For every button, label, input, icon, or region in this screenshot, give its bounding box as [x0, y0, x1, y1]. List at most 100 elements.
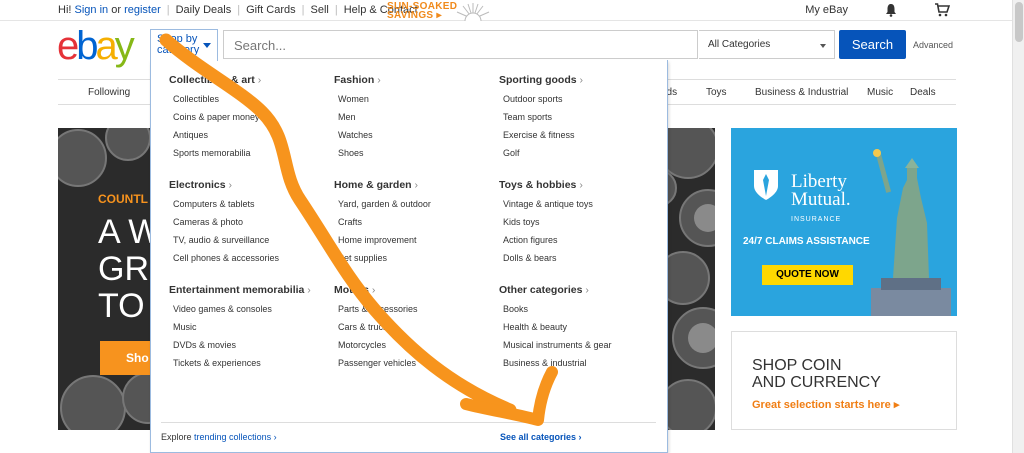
item-tickets-experiences[interactable]: Tickets & experiences — [173, 354, 311, 372]
search-button[interactable]: Search — [839, 30, 906, 59]
item-vintage-antique-toys[interactable]: Vintage & antique toys — [503, 195, 593, 213]
greeting: Hi! — [58, 4, 72, 16]
gift-cards-link[interactable]: Gift Cards — [246, 4, 296, 16]
explore-text: Explore trending collections › — [161, 432, 277, 442]
item-home-improvement[interactable]: Home improvement — [338, 231, 431, 249]
page-scrollbar[interactable] — [1012, 0, 1024, 453]
group-title-sporting-goods[interactable]: Sporting goods › — [499, 74, 583, 86]
sun-soaked-promo[interactable]: SUN-SOAKED SAVINGS ▸ — [385, 1, 495, 21]
sell-link[interactable]: Sell — [310, 4, 328, 16]
item-kids-toys[interactable]: Kids toys — [503, 213, 593, 231]
group-electronics: Electronics › Computers & tablets Camera… — [169, 179, 279, 267]
item-women[interactable]: Women — [338, 90, 381, 108]
claims-assistance-text: 24/7 CLAIMS ASSISTANCE — [743, 236, 870, 247]
shop-by-category-button[interactable]: Shop by category — [150, 29, 218, 61]
liberty-emblem-icon — [754, 170, 778, 200]
divider: | — [301, 4, 305, 16]
item-motorcycles[interactable]: Motorcycles — [338, 336, 418, 354]
category-select-value: All Categories — [708, 39, 771, 50]
group-collectibles-art: Collectibles & art › Collectibles Coins … — [169, 74, 261, 162]
divider: | — [166, 4, 170, 16]
item-music[interactable]: Music — [173, 318, 311, 336]
item-business-industrial[interactable]: Business & industrial — [503, 354, 612, 372]
divider: | — [334, 4, 338, 16]
item-musical-instruments-gear[interactable]: Musical instruments & gear — [503, 336, 612, 354]
group-sporting-goods: Sporting goods › Outdoor sports Team spo… — [499, 74, 583, 162]
top-left-links: Hi! Sign in or register | Daily Deals | … — [58, 4, 418, 16]
sun-icon — [456, 3, 490, 21]
group-title-collectibles-art[interactable]: Collectibles & art › — [169, 74, 261, 86]
item-team-sports[interactable]: Team sports — [503, 108, 583, 126]
coin-ad-link[interactable]: Great selection starts here ▸ — [752, 398, 899, 411]
scrollbar-thumb[interactable] — [1015, 2, 1023, 42]
item-action-figures[interactable]: Action figures — [503, 231, 593, 249]
dropdown-arrow-icon — [820, 44, 826, 48]
hero-label: COUNTL — [98, 192, 148, 206]
group-entertainment-memorabilia: Entertainment memorabilia › Video games … — [169, 284, 311, 372]
hero-shop-button[interactable]: Sho — [100, 341, 154, 375]
item-dolls-bears[interactable]: Dolls & bears — [503, 249, 593, 267]
item-yard-garden-outdoor[interactable]: Yard, garden & outdoor — [338, 195, 431, 213]
nav-following[interactable]: Following — [88, 87, 130, 98]
nav-toys[interactable]: Toys — [706, 87, 727, 98]
register-link[interactable]: register — [124, 4, 161, 16]
ebay-logo[interactable]: ebay — [57, 26, 135, 66]
trending-collections-link[interactable]: trending collections › — [194, 432, 277, 442]
group-title-motors[interactable]: Motors › — [334, 284, 418, 296]
category-select[interactable]: All Categories — [699, 30, 835, 59]
item-shoes[interactable]: Shoes — [338, 144, 381, 162]
group-fashion: Fashion › Women Men Watches Shoes — [334, 74, 381, 162]
item-sports-memorabilia[interactable]: Sports memorabilia — [173, 144, 261, 162]
item-books[interactable]: Books — [503, 300, 612, 318]
item-men[interactable]: Men — [338, 108, 381, 126]
shop-by-label: Shop by category — [157, 33, 200, 56]
group-title-toys-hobbies[interactable]: Toys & hobbies › — [499, 179, 593, 191]
search-input[interactable]: Search... — [223, 30, 698, 59]
or-text: or — [111, 4, 121, 16]
item-exercise-fitness[interactable]: Exercise & fitness — [503, 126, 583, 144]
group-other-categories: Other categories › Books Health & beauty… — [499, 284, 612, 372]
nav-music[interactable]: Music — [867, 87, 893, 98]
item-computers-tablets[interactable]: Computers & tablets — [173, 195, 279, 213]
item-health-beauty[interactable]: Health & beauty — [503, 318, 612, 336]
item-cell-phones-accessories[interactable]: Cell phones & accessories — [173, 249, 279, 267]
item-watches[interactable]: Watches — [338, 126, 381, 144]
item-collectibles[interactable]: Collectibles — [173, 90, 261, 108]
item-cars-trucks[interactable]: Cars & trucks — [338, 318, 418, 336]
top-right-links: My eBay — [805, 3, 951, 17]
item-outdoor-sports[interactable]: Outdoor sports — [503, 90, 583, 108]
promo-line-2: SAVINGS ▸ — [387, 10, 442, 21]
nav-deals[interactable]: Deals — [910, 87, 936, 98]
group-title-fashion[interactable]: Fashion › — [334, 74, 381, 86]
chevron-down-icon — [203, 43, 211, 48]
quote-now-button[interactable]: QUOTE NOW — [762, 265, 853, 285]
item-cameras-photo[interactable]: Cameras & photo — [173, 213, 279, 231]
item-antiques[interactable]: Antiques — [173, 126, 261, 144]
nav-business-industrial[interactable]: Business & Industrial — [755, 87, 848, 98]
group-title-other-categories[interactable]: Other categories › — [499, 284, 612, 296]
liberty-mutual-ad[interactable]: Liberty Mutual. INSURANCE 24/7 CLAIMS AS… — [731, 128, 957, 316]
bell-icon[interactable] — [884, 3, 898, 17]
group-title-home-garden[interactable]: Home & garden › — [334, 179, 431, 191]
item-video-games-consoles[interactable]: Video games & consoles — [173, 300, 311, 318]
my-ebay-link[interactable]: My eBay — [805, 4, 848, 16]
group-home-garden: Home & garden › Yard, garden & outdoor C… — [334, 179, 431, 267]
item-pet-supplies[interactable]: Pet supplies — [338, 249, 431, 267]
advanced-search-link[interactable]: Advanced — [913, 40, 953, 50]
item-coins-paper-money[interactable]: Coins & paper money — [173, 108, 261, 126]
item-golf[interactable]: Golf — [503, 144, 583, 162]
see-all-categories-link[interactable]: See all categories › — [500, 432, 582, 442]
daily-deals-link[interactable]: Daily Deals — [176, 4, 232, 16]
group-toys-hobbies: Toys & hobbies › Vintage & antique toys … — [499, 179, 593, 267]
shop-coin-currency-ad[interactable]: SHOP COIN AND CURRENCY Great selection st… — [731, 331, 957, 430]
item-passenger-vehicles[interactable]: Passenger vehicles — [338, 354, 418, 372]
item-parts-accessories[interactable]: Parts & accessories — [338, 300, 418, 318]
top-bar: Hi! Sign in or register | Daily Deals | … — [0, 0, 1012, 21]
item-dvds-movies[interactable]: DVDs & movies — [173, 336, 311, 354]
group-title-entertainment-memorabilia[interactable]: Entertainment memorabilia › — [169, 284, 311, 296]
group-title-electronics[interactable]: Electronics › — [169, 179, 279, 191]
sign-in-link[interactable]: Sign in — [75, 4, 109, 16]
cart-icon[interactable] — [934, 3, 951, 17]
item-tv-audio-surveillance[interactable]: TV, audio & surveillance — [173, 231, 279, 249]
item-crafts[interactable]: Crafts — [338, 213, 431, 231]
